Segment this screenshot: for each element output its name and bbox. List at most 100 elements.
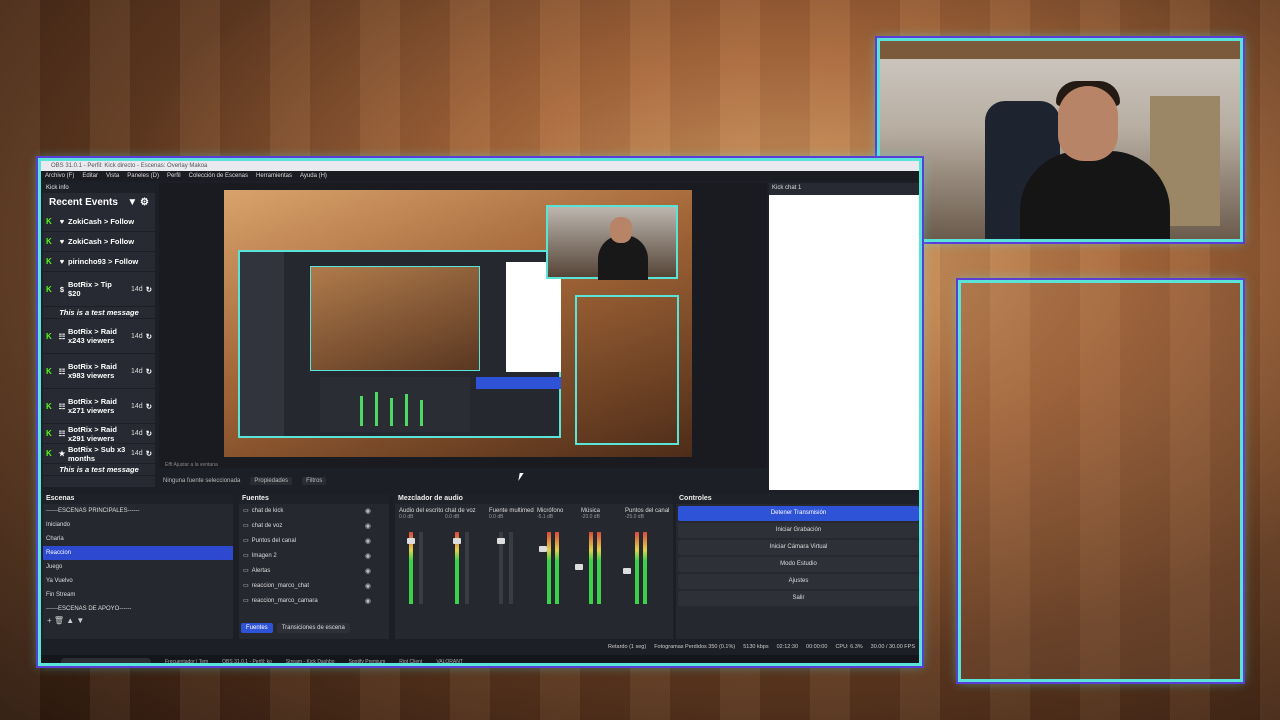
preview-zoom-label[interactable]: Efft Ajustar a la ventana [159, 459, 767, 471]
taskbar-item[interactable]: Spotify Premium [349, 659, 386, 663]
tab-transitions[interactable]: Transiciones de escena [276, 623, 350, 633]
kick-icon: K [46, 449, 52, 458]
taskbar-search[interactable] [61, 658, 151, 663]
taskbar-item[interactable]: Frecuentador | Tem [165, 659, 208, 663]
bottom-tabs: Fuentes Transiciones de escena [241, 623, 350, 633]
replay-icon[interactable]: ↻ [146, 285, 152, 294]
menu-perfil[interactable]: Perfil [167, 171, 181, 181]
menu-coleccion[interactable]: Colección de Escenas [189, 171, 248, 181]
replay-icon[interactable]: ↻ [146, 332, 152, 341]
delay-status: Retardo (1 seg) [607, 644, 647, 650]
volume-slider[interactable] [539, 546, 547, 552]
exit-button[interactable]: Salir [678, 591, 919, 606]
scene-item-selected[interactable]: Reaccion [43, 546, 233, 560]
scene-item[interactable]: Charla [43, 532, 233, 546]
scene-actions[interactable]: + 🗑 ▲ ▼ [43, 616, 233, 625]
menu-editar[interactable]: Editar [82, 171, 98, 181]
nested-obs-capture [238, 250, 561, 438]
source-item[interactable]: ▭ Imagen 2 ◉ [239, 549, 389, 564]
kick-icon: K [46, 366, 52, 376]
eye-icon: ◉ [364, 553, 371, 560]
replay-icon[interactable]: ↻ [146, 402, 152, 411]
eye-icon: ◉ [364, 508, 371, 515]
kick-icon: K [46, 401, 52, 411]
preview-area[interactable] [159, 183, 767, 468]
dock-title: Kick info [43, 183, 155, 193]
scene-item[interactable]: Ya Vuelvo [43, 574, 233, 588]
menu-vista[interactable]: Vista [106, 171, 119, 181]
settings-button[interactable]: Ajustes [678, 574, 919, 589]
event-item: K ★ BotRix > Sub x3 months 14d ↻ [43, 444, 155, 464]
controls-panel: Controles Detener Transmisión Iniciar Gr… [676, 494, 919, 639]
fps: 30.00 / 30.00 FPS [870, 644, 915, 650]
eye-icon: ◉ [364, 583, 371, 590]
preview-empty-frame [575, 295, 679, 445]
taskbar-item[interactable]: Riot Client [399, 659, 422, 663]
scene-preview[interactable] [224, 190, 692, 457]
event-item: K ☷ BotRix > Raid x243 viewers 14d ↻ [43, 319, 155, 354]
mixer-channel: Puntos del canal -25.0 dB [623, 508, 669, 618]
menu-ayuda[interactable]: Ayuda (H) [300, 171, 327, 181]
mixer-channel: chat de voz 0.0 dB [445, 508, 489, 618]
volume-slider[interactable] [407, 538, 415, 544]
filters-button[interactable]: Filtros [302, 477, 327, 485]
tab-sources[interactable]: Fuentes [241, 623, 273, 633]
empty-overlay-frame [958, 280, 1243, 682]
scene-item[interactable]: Iniciando [43, 518, 233, 532]
volume-slider[interactable] [623, 568, 631, 574]
replay-icon[interactable]: ↻ [146, 367, 152, 376]
preview-webcam [546, 205, 678, 280]
taskbar-item[interactable]: OBS 31.0.1 - Perfil: ko [222, 659, 272, 663]
kick-icon: K [46, 429, 52, 438]
obs-window: OBS 31.0.1 - Perfil: Kick directo - Esce… [38, 158, 922, 666]
chat-content[interactable] [769, 195, 919, 490]
menu-paneles[interactable]: Paneles (D) [127, 171, 159, 181]
sources-panel: Fuentes ▭ chat de kick ◉ ▭ chat de voz ◉ ▭ Pu… [239, 494, 389, 639]
volume-slider[interactable] [453, 538, 461, 544]
eye-icon: ◉ [364, 523, 371, 530]
kick-info-dock: Kick info Recent Events ▼ ⚙ K ♥ ZokiCash >… [43, 183, 155, 487]
replay-icon[interactable]: ↻ [146, 429, 152, 438]
mixer-channel: Micrófono -5.1 dB [537, 508, 581, 618]
studio-mode-button[interactable]: Modo Estudio [678, 557, 919, 572]
raid-icon: ☷ [58, 366, 66, 376]
mixer-channel: Fuente multimed 0.0 dB [489, 508, 534, 618]
scene-item[interactable]: Juego [43, 560, 233, 574]
source-item[interactable]: ▭ Puntos del canal ◉ [239, 534, 389, 549]
kick-icon: K [46, 257, 52, 266]
start-recording-button[interactable]: Iniciar Grabación [678, 523, 919, 538]
source-item[interactable]: ▭ Alertas ◉ [239, 564, 389, 579]
source-item[interactable]: ▭ reaccion_marco_camara ◉ [239, 594, 389, 609]
replay-icon[interactable]: ↻ [146, 449, 152, 458]
menu-herramientas[interactable]: Herramientas [256, 171, 292, 181]
dollar-icon: $ [59, 284, 65, 294]
filter-icon[interactable]: ▼ ⚙ [127, 197, 149, 208]
taskbar-item[interactable]: Stream - Kick Dashbo [286, 659, 335, 663]
source-item[interactable]: ▭ reaccion_marco_chat ◉ [239, 579, 389, 594]
source-item[interactable]: ▭ chat de voz ◉ [239, 519, 389, 534]
kick-icon: K [46, 237, 52, 246]
menu-archivo[interactable]: Archivo (F) [45, 171, 74, 181]
taskbar-item[interactable]: VALORANT [436, 659, 463, 663]
event-item: K ☷ BotRix > Raid x291 viewers 14d ↻ [43, 424, 155, 444]
properties-button[interactable]: Propiedades [250, 477, 293, 485]
event-item: K ☷ BotRix > Raid x983 viewers 14d ↻ [43, 354, 155, 389]
stop-stream-button[interactable]: Detener Transmisión [678, 506, 919, 521]
event-item: K ♥ pirincho93 > Follow [43, 252, 155, 272]
volume-slider[interactable] [575, 564, 583, 570]
ceiling-beams [880, 41, 1240, 59]
live-time: 02:12:30 [776, 644, 799, 650]
dropped-frames: Fotogramas Perdidos 350 (0.1%) [654, 644, 736, 650]
kick-chat-dock: Kick chat 1 [769, 183, 919, 490]
volume-slider[interactable] [497, 538, 505, 544]
streamer-face [1058, 86, 1118, 161]
mixer-channel: Audio del escrito 0.0 dB [399, 508, 443, 618]
nested-preview [310, 266, 480, 371]
source-item[interactable]: ▭ chat de kick ◉ [239, 504, 389, 519]
scene-item[interactable]: Fin Stream [43, 588, 233, 602]
start-virtual-camera-button[interactable]: Iniciar Cámara Virtual [678, 540, 919, 555]
no-source-label: Ninguna fuente seleccionada [163, 478, 241, 484]
scene-item[interactable]: ------ESCENAS DE APOYO------ [43, 602, 233, 616]
heart-icon: ♥ [59, 237, 65, 246]
scene-item[interactable]: ------ESCENAS PRINCIPALES------ [43, 504, 233, 518]
